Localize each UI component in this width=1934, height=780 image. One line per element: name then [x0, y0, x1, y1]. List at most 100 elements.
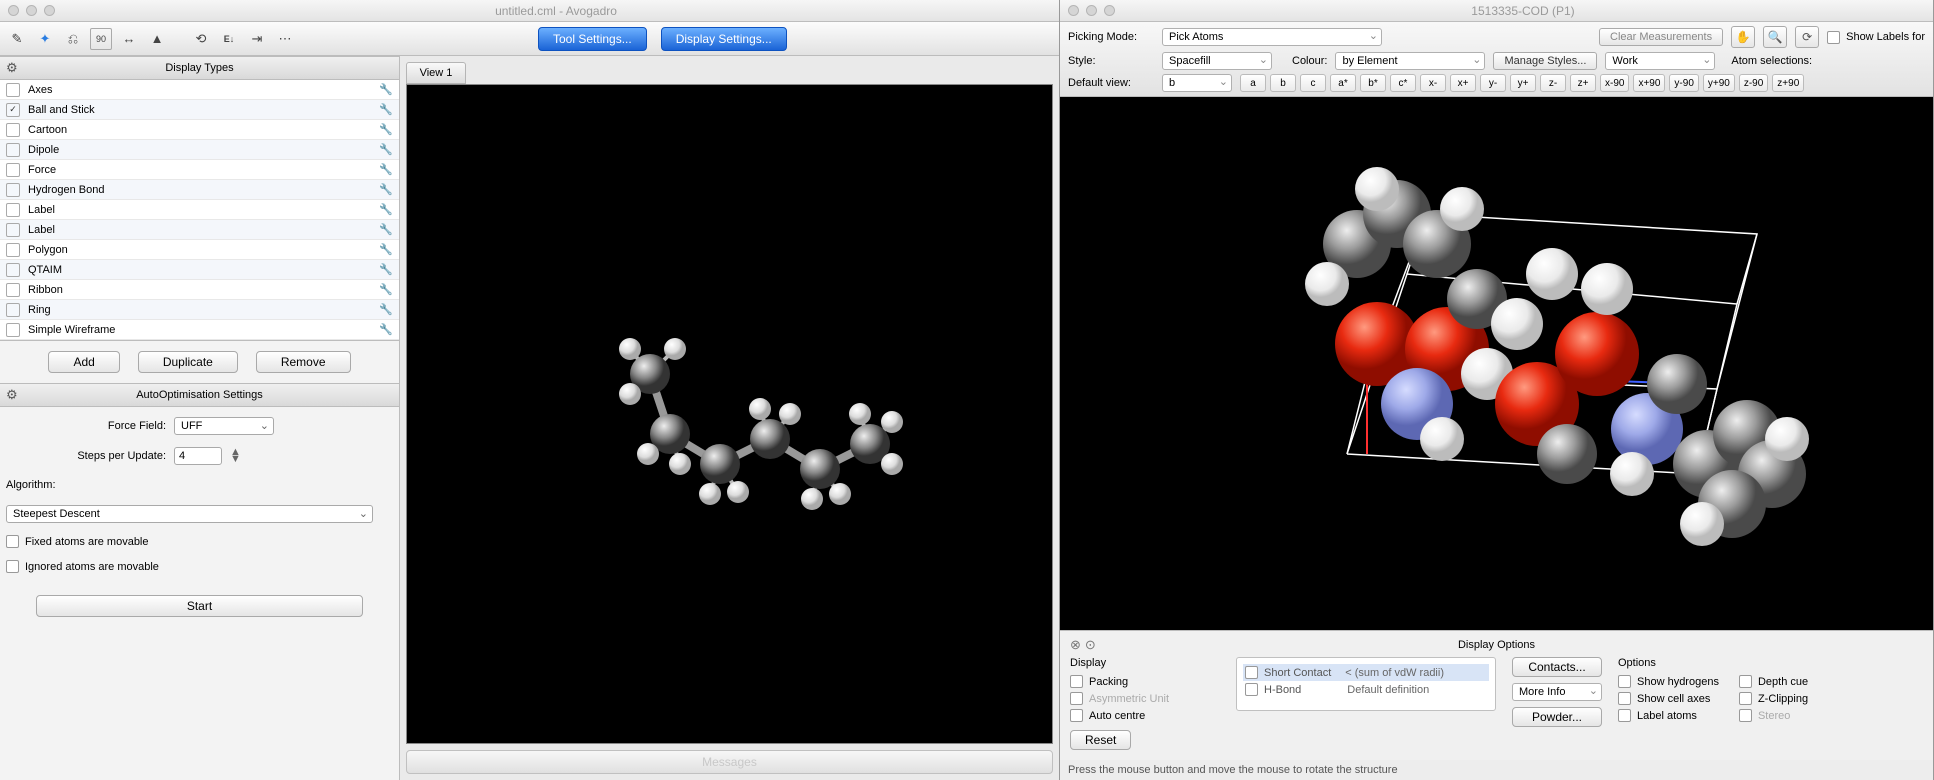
display-settings-button[interactable]: Display Settings...	[661, 27, 787, 51]
rotate-icon[interactable]: ⟲	[190, 28, 212, 50]
contacts-button[interactable]: Contacts...	[1512, 657, 1602, 677]
view-shortcut-button[interactable]: y+90	[1703, 74, 1735, 92]
minimize-dot[interactable]	[26, 5, 37, 16]
type-checkbox[interactable]	[6, 283, 20, 297]
type-checkbox[interactable]: ✓	[6, 103, 20, 117]
wrench-icon[interactable]: 🔧	[379, 103, 393, 116]
zoom-icon[interactable]: 🔍	[1763, 26, 1787, 48]
type-checkbox[interactable]	[6, 303, 20, 317]
fixed-atoms-checkbox[interactable]	[6, 535, 19, 548]
display-type-row[interactable]: Ring🔧	[0, 300, 399, 320]
minimize-dot[interactable]	[1086, 5, 1097, 16]
display-type-row[interactable]: Dipole🔧	[0, 140, 399, 160]
view-tab[interactable]: View 1	[406, 62, 466, 84]
wrench-icon[interactable]: 🔧	[379, 123, 393, 136]
measure-icon[interactable]: ↔	[118, 28, 140, 50]
wrench-icon[interactable]: 🔧	[379, 83, 393, 96]
ignored-atoms-checkbox[interactable]	[6, 560, 19, 573]
auto-centre-checkbox[interactable]	[1070, 709, 1083, 722]
wrench-icon[interactable]: 🔧	[379, 283, 393, 296]
molecule-canvas[interactable]	[406, 84, 1053, 744]
work-select[interactable]: Work	[1605, 52, 1715, 70]
type-checkbox[interactable]	[6, 83, 20, 97]
misc-icon[interactable]: ⋯	[274, 28, 296, 50]
contact-definitions-box[interactable]: Short Contact< (sum of vdW radii) H-Bond…	[1236, 657, 1496, 711]
show-hydrogens-checkbox[interactable]	[1618, 675, 1631, 688]
z-clipping-checkbox[interactable]	[1739, 692, 1752, 705]
rotate-icon[interactable]: ⟳	[1795, 26, 1819, 48]
type-checkbox[interactable]	[6, 123, 20, 137]
duplicate-button[interactable]: Duplicate	[138, 351, 238, 373]
view-shortcut-button[interactable]: z-	[1540, 74, 1566, 92]
type-checkbox[interactable]	[6, 203, 20, 217]
reset-button[interactable]: Reset	[1070, 730, 1131, 750]
close-icon[interactable]: ⊗	[1070, 637, 1081, 653]
display-type-row[interactable]: Cartoon🔧	[0, 120, 399, 140]
display-type-row[interactable]: Polygon🔧	[0, 240, 399, 260]
depth-cue-checkbox[interactable]	[1739, 675, 1752, 688]
view-shortcut-button[interactable]: c	[1300, 74, 1326, 92]
zoom-dot[interactable]	[1104, 5, 1115, 16]
algorithm-select[interactable]: Steepest Descent	[6, 505, 373, 523]
force-field-select[interactable]: UFF	[174, 417, 274, 435]
add-button[interactable]: Add	[48, 351, 119, 373]
align-icon[interactable]: ⇥	[246, 28, 268, 50]
steps-input[interactable]	[174, 447, 222, 465]
view-shortcut-button[interactable]: x+	[1450, 74, 1476, 92]
view-shortcut-button[interactable]: a	[1240, 74, 1266, 92]
bond-icon[interactable]: ⎌	[62, 28, 84, 50]
wrench-icon[interactable]: 🔧	[379, 163, 393, 176]
display-type-row[interactable]: Simple Wireframe🔧	[0, 320, 399, 340]
type-checkbox[interactable]	[6, 183, 20, 197]
picking-mode-select[interactable]: Pick Atoms	[1162, 28, 1382, 46]
autoopt-icon[interactable]: E↓	[218, 28, 240, 50]
close-dot[interactable]	[8, 5, 19, 16]
view-shortcut-button[interactable]: c*	[1390, 74, 1416, 92]
label-atoms-checkbox[interactable]	[1618, 709, 1631, 722]
stepper-down-icon[interactable]: ▼	[230, 456, 241, 463]
display-type-row[interactable]: Axes🔧	[0, 80, 399, 100]
colour-select[interactable]: by Element	[1335, 52, 1485, 70]
display-type-row[interactable]: ✓Ball and Stick🔧	[0, 100, 399, 120]
display-type-row[interactable]: Hydrogen Bond🔧	[0, 180, 399, 200]
type-checkbox[interactable]	[6, 243, 20, 257]
view-shortcut-button[interactable]: x-90	[1600, 74, 1629, 92]
style-select[interactable]: Spacefill	[1162, 52, 1272, 70]
wrench-icon[interactable]: 🔧	[379, 223, 393, 236]
clear-measurements-button[interactable]: Clear Measurements	[1599, 28, 1723, 46]
gear-icon[interactable]: ⚙	[6, 60, 18, 76]
type-checkbox[interactable]	[6, 163, 20, 177]
hand-icon[interactable]: ✋	[1731, 26, 1755, 48]
type-checkbox[interactable]	[6, 263, 20, 277]
remove-button[interactable]: Remove	[256, 351, 351, 373]
powder-button[interactable]: Powder...	[1512, 707, 1602, 727]
type-checkbox[interactable]	[6, 143, 20, 157]
wrench-icon[interactable]: 🔧	[379, 183, 393, 196]
display-type-row[interactable]: Label🔧	[0, 200, 399, 220]
view-shortcut-button[interactable]: x-	[1420, 74, 1446, 92]
wrench-icon[interactable]: 🔧	[379, 203, 393, 216]
view-shortcut-button[interactable]: z+	[1570, 74, 1596, 92]
show-cell-axes-checkbox[interactable]	[1618, 692, 1631, 705]
view-shortcut-button[interactable]: y-	[1480, 74, 1506, 92]
cursor-icon[interactable]: ▲	[146, 28, 168, 50]
short-contact-checkbox[interactable]	[1245, 666, 1258, 679]
tool-settings-button[interactable]: Tool Settings...	[538, 27, 647, 51]
show-labels-checkbox[interactable]	[1827, 31, 1840, 44]
display-type-row[interactable]: QTAIM🔧	[0, 260, 399, 280]
wrench-icon[interactable]: 🔧	[379, 243, 393, 256]
gear-icon[interactable]: ⊙	[1085, 637, 1096, 653]
close-dot[interactable]	[1068, 5, 1079, 16]
manage-styles-button[interactable]: Manage Styles...	[1493, 52, 1597, 70]
start-button[interactable]: Start	[36, 595, 363, 617]
hbond-checkbox[interactable]	[1245, 683, 1258, 696]
view-shortcut-button[interactable]: y-90	[1669, 74, 1698, 92]
view-shortcut-button[interactable]: b*	[1360, 74, 1386, 92]
view-shortcut-button[interactable]: y+	[1510, 74, 1536, 92]
view-shortcut-button[interactable]: b	[1270, 74, 1296, 92]
display-type-row[interactable]: Ribbon🔧	[0, 280, 399, 300]
view-shortcut-button[interactable]: z-90	[1739, 74, 1768, 92]
type-checkbox[interactable]	[6, 323, 20, 337]
navigate-icon[interactable]: ✦	[34, 28, 56, 50]
view-shortcut-button[interactable]: z+90	[1772, 74, 1804, 92]
